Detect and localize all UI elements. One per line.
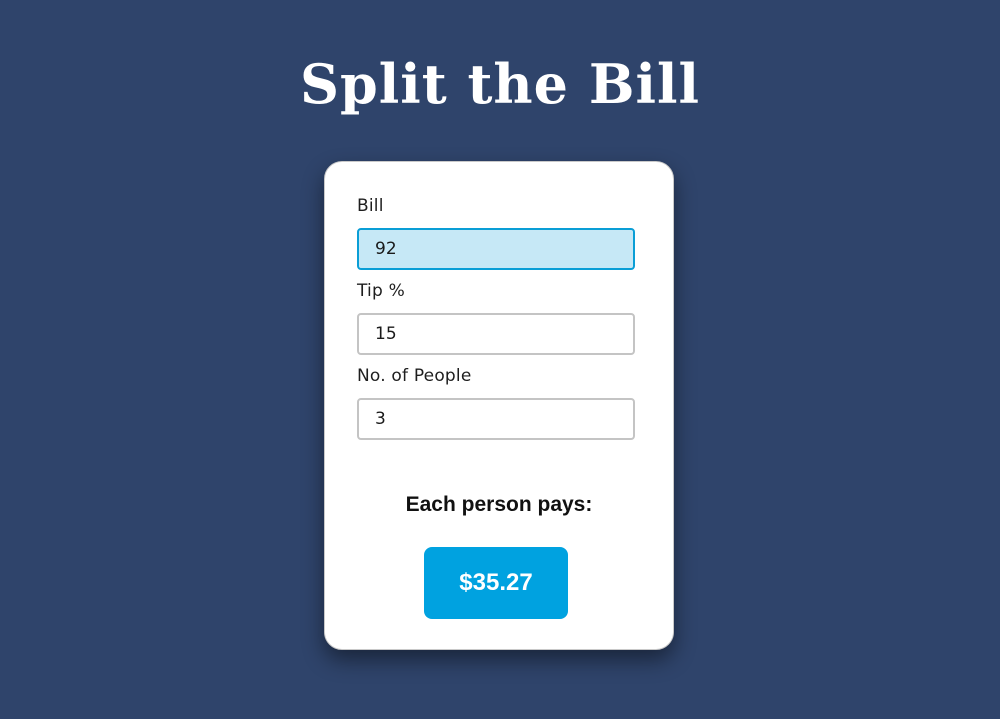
tip-label: Tip % <box>357 281 405 301</box>
bill-label: Bill <box>357 196 384 216</box>
per-person-amount: $35.27 <box>424 547 568 619</box>
each-person-pays-label: Each person pays: <box>405 493 593 516</box>
people-input[interactable] <box>357 398 635 440</box>
bill-input[interactable] <box>357 228 635 270</box>
split-bill-card: Bill Tip % No. of People Each person pay… <box>324 161 674 650</box>
page-title: Split the Bill <box>299 52 701 116</box>
people-label: No. of People <box>357 366 472 386</box>
tip-input[interactable] <box>357 313 635 355</box>
